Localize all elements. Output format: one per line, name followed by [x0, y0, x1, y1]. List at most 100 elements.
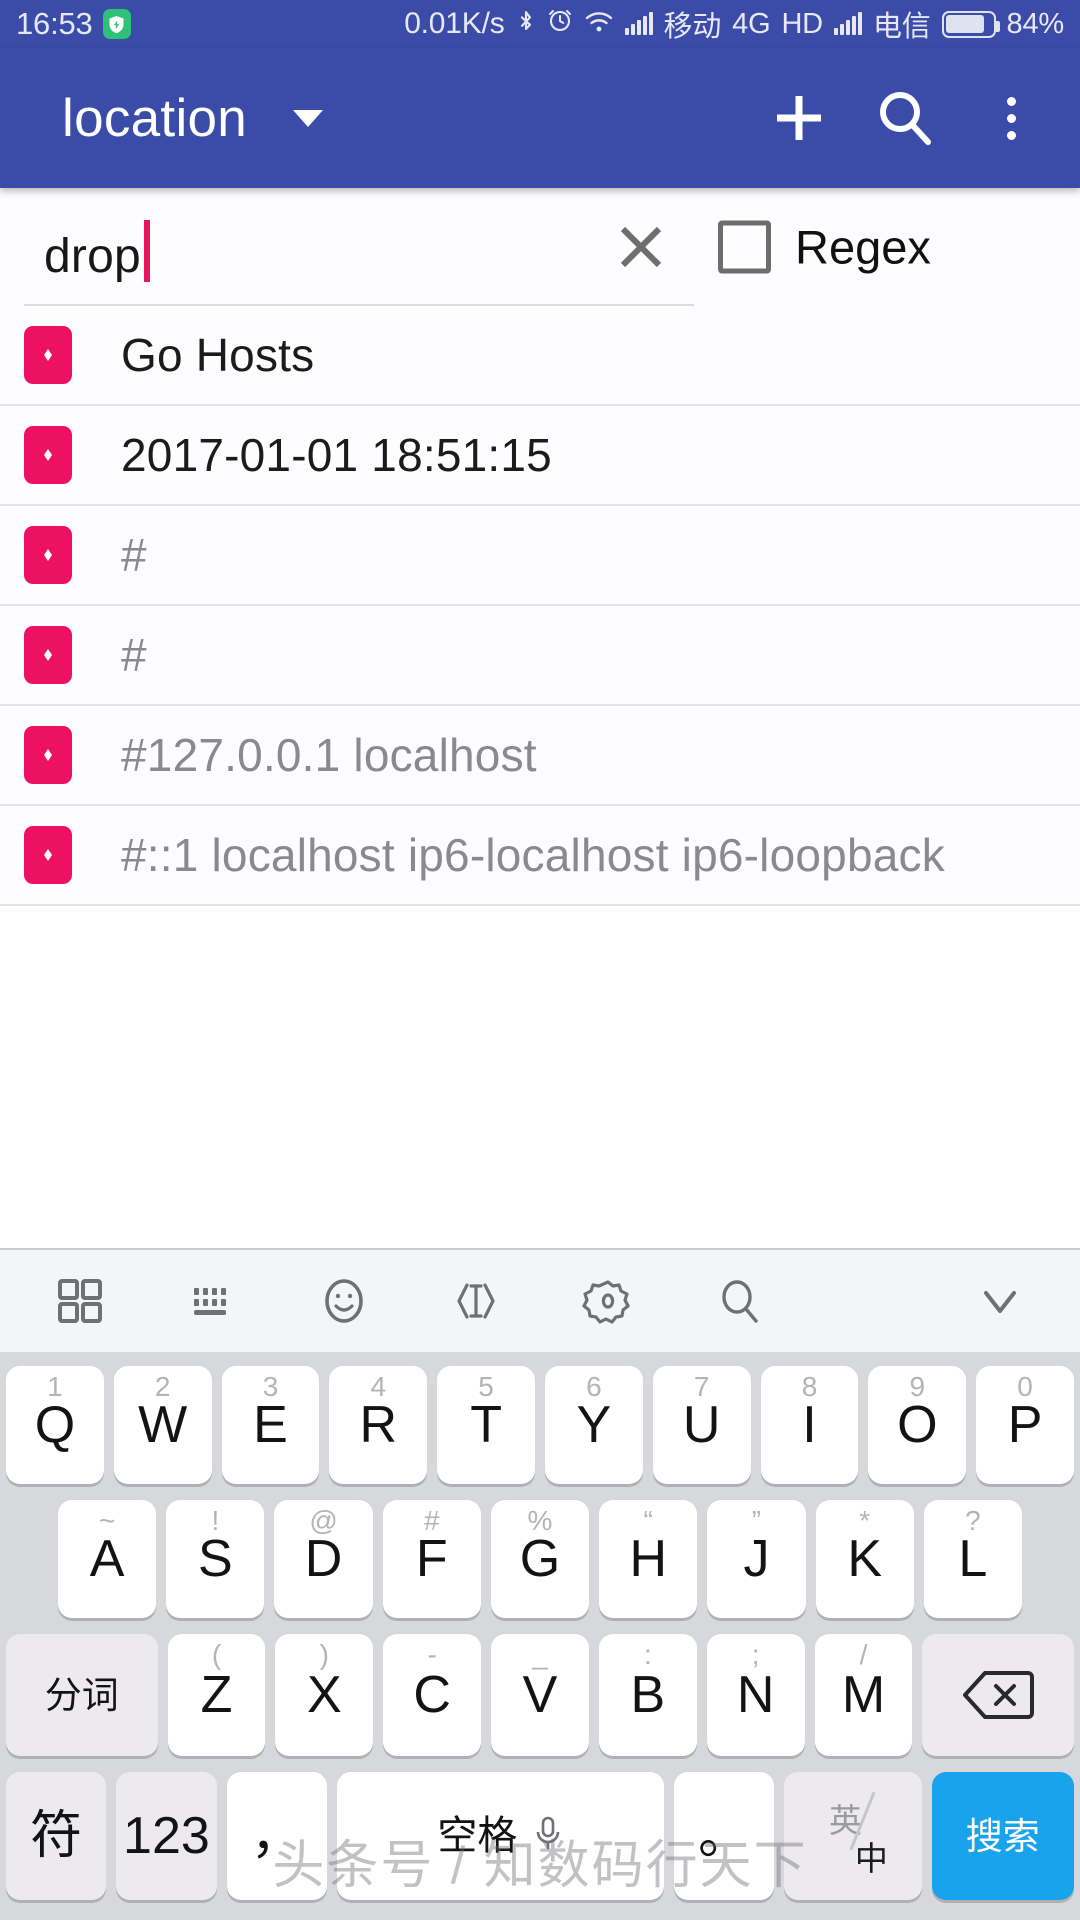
key-m[interactable]: /M [815, 1634, 913, 1756]
key-hint: 6 [586, 1373, 602, 1401]
key-hint: : [644, 1641, 652, 1669]
file-icon [24, 426, 72, 484]
file-icon [24, 526, 72, 584]
key-label: W [138, 1399, 187, 1451]
search-icon[interactable] [712, 1273, 768, 1329]
key-search-enter[interactable]: 搜索 [932, 1772, 1074, 1900]
text-caret [144, 220, 150, 282]
key-z[interactable]: (Z [168, 1634, 266, 1756]
key-hint: 7 [694, 1373, 710, 1401]
list-item[interactable]: 2017-01-01 18:51:15 [0, 406, 1080, 506]
key-hint: ” [752, 1507, 761, 1535]
key-j[interactable]: ”J [707, 1500, 805, 1618]
file-icon [24, 826, 72, 884]
plus-icon[interactable] [760, 79, 838, 157]
key-numbers[interactable]: 123 [116, 1772, 216, 1900]
list-item[interactable]: # [0, 606, 1080, 706]
network-speed: 0.01K/s [404, 7, 504, 41]
backspace-icon[interactable] [922, 1634, 1074, 1756]
key-f[interactable]: #F [383, 1500, 481, 1618]
key-hint: “ [644, 1507, 653, 1535]
keyboard-row-4: 符 123 ， 空格 。 英 中 搜索 [6, 1772, 1074, 1900]
key-label: F [416, 1533, 448, 1585]
list-item[interactable]: #::1 localhost ip6-localhost ip6-loopbac… [0, 806, 1080, 906]
key-label: H [629, 1533, 667, 1585]
status-bar-right: 0.01K/s 移动 4G HD 电信 84% [404, 3, 1064, 45]
key-p[interactable]: 0P [976, 1366, 1074, 1484]
keyboard-toolbar [0, 1248, 1080, 1352]
key-label: O [897, 1399, 937, 1451]
key-w[interactable]: 2W [114, 1366, 212, 1484]
list-item[interactable]: Go Hosts [0, 306, 1080, 406]
regex-toggle[interactable]: Regex [718, 220, 931, 275]
close-icon[interactable] [608, 214, 674, 280]
list-item[interactable]: #127.0.0.1 localhost [0, 706, 1080, 806]
app-bar: location [0, 48, 1080, 188]
key-n[interactable]: ;N [707, 1634, 805, 1756]
key-hint: % [528, 1507, 553, 1535]
key-hint: 8 [802, 1373, 818, 1401]
key-symbols[interactable]: 符 [6, 1772, 106, 1900]
key-k[interactable]: *K [816, 1500, 914, 1618]
bluetooth-icon [516, 5, 536, 43]
key-a[interactable]: ~A [58, 1500, 156, 1618]
key-comma[interactable]: ， [227, 1772, 327, 1900]
battery-percent: 84% [1007, 8, 1064, 41]
key-o[interactable]: 9O [868, 1366, 966, 1484]
key-y[interactable]: 6Y [545, 1366, 643, 1484]
key-x[interactable]: )X [275, 1634, 373, 1756]
key-hint: ; [752, 1641, 760, 1669]
key-word-segment[interactable]: 分词 [6, 1634, 158, 1756]
wifi-icon [584, 6, 614, 42]
key-s[interactable]: !S [166, 1500, 264, 1618]
key-language-toggle[interactable]: 英 中 [784, 1772, 921, 1900]
key-label: N [737, 1669, 775, 1721]
mic-icon[interactable] [533, 1813, 563, 1860]
key-label: T [470, 1399, 502, 1451]
key-e[interactable]: 3E [222, 1366, 320, 1484]
battery-icon [942, 11, 996, 38]
status-clock: 16:53 [16, 6, 93, 42]
regex-checkbox[interactable] [718, 221, 771, 274]
key-u[interactable]: 7U [653, 1366, 751, 1484]
key-g[interactable]: %G [491, 1500, 589, 1618]
key-hint: * [859, 1507, 870, 1535]
key-v[interactable]: _V [491, 1634, 589, 1756]
key-hint: 1 [47, 1373, 63, 1401]
list-item-label: # [121, 628, 147, 682]
grid-icon[interactable] [52, 1273, 108, 1329]
search-input[interactable]: drop [44, 210, 514, 284]
keyboard-row-2: ~A !S @D #F %G “H ”J *K ?L [6, 1500, 1074, 1618]
key-d[interactable]: @D [274, 1500, 372, 1618]
key-q[interactable]: 1Q [6, 1366, 104, 1484]
app-bar-actions [760, 79, 1050, 157]
key-label: 搜索 [966, 1818, 1040, 1855]
key-label: 。 [698, 1810, 750, 1862]
key-label: G [520, 1533, 560, 1585]
list-item-label: 2017-01-01 18:51:15 [121, 428, 552, 482]
chevron-down-icon[interactable] [972, 1273, 1028, 1329]
result-list: Go Hosts 2017-01-01 18:51:15 # # #127.0.… [0, 306, 1080, 906]
list-item-label: #127.0.0.1 localhost [121, 728, 537, 782]
key-t[interactable]: 5T [437, 1366, 535, 1484]
more-vertical-icon[interactable] [972, 79, 1050, 157]
emoji-icon[interactable] [316, 1273, 372, 1329]
key-label: Q [35, 1399, 75, 1451]
text-cursor-icon[interactable] [448, 1273, 504, 1329]
keyboard-icon[interactable] [184, 1273, 240, 1329]
key-b[interactable]: :B [599, 1634, 697, 1756]
file-icon [24, 626, 72, 684]
key-period[interactable]: 。 [674, 1772, 774, 1900]
key-hint: 9 [909, 1373, 925, 1401]
list-item[interactable]: # [0, 506, 1080, 606]
key-label: C [413, 1669, 451, 1721]
chevron-down-icon[interactable] [293, 110, 323, 127]
gear-icon[interactable] [580, 1273, 636, 1329]
search-icon[interactable] [866, 79, 944, 157]
key-c[interactable]: -C [383, 1634, 481, 1756]
key-h[interactable]: “H [599, 1500, 697, 1618]
key-r[interactable]: 4R [329, 1366, 427, 1484]
key-space[interactable]: 空格 [337, 1772, 664, 1900]
key-l[interactable]: ?L [924, 1500, 1022, 1618]
key-i[interactable]: 8I [761, 1366, 859, 1484]
